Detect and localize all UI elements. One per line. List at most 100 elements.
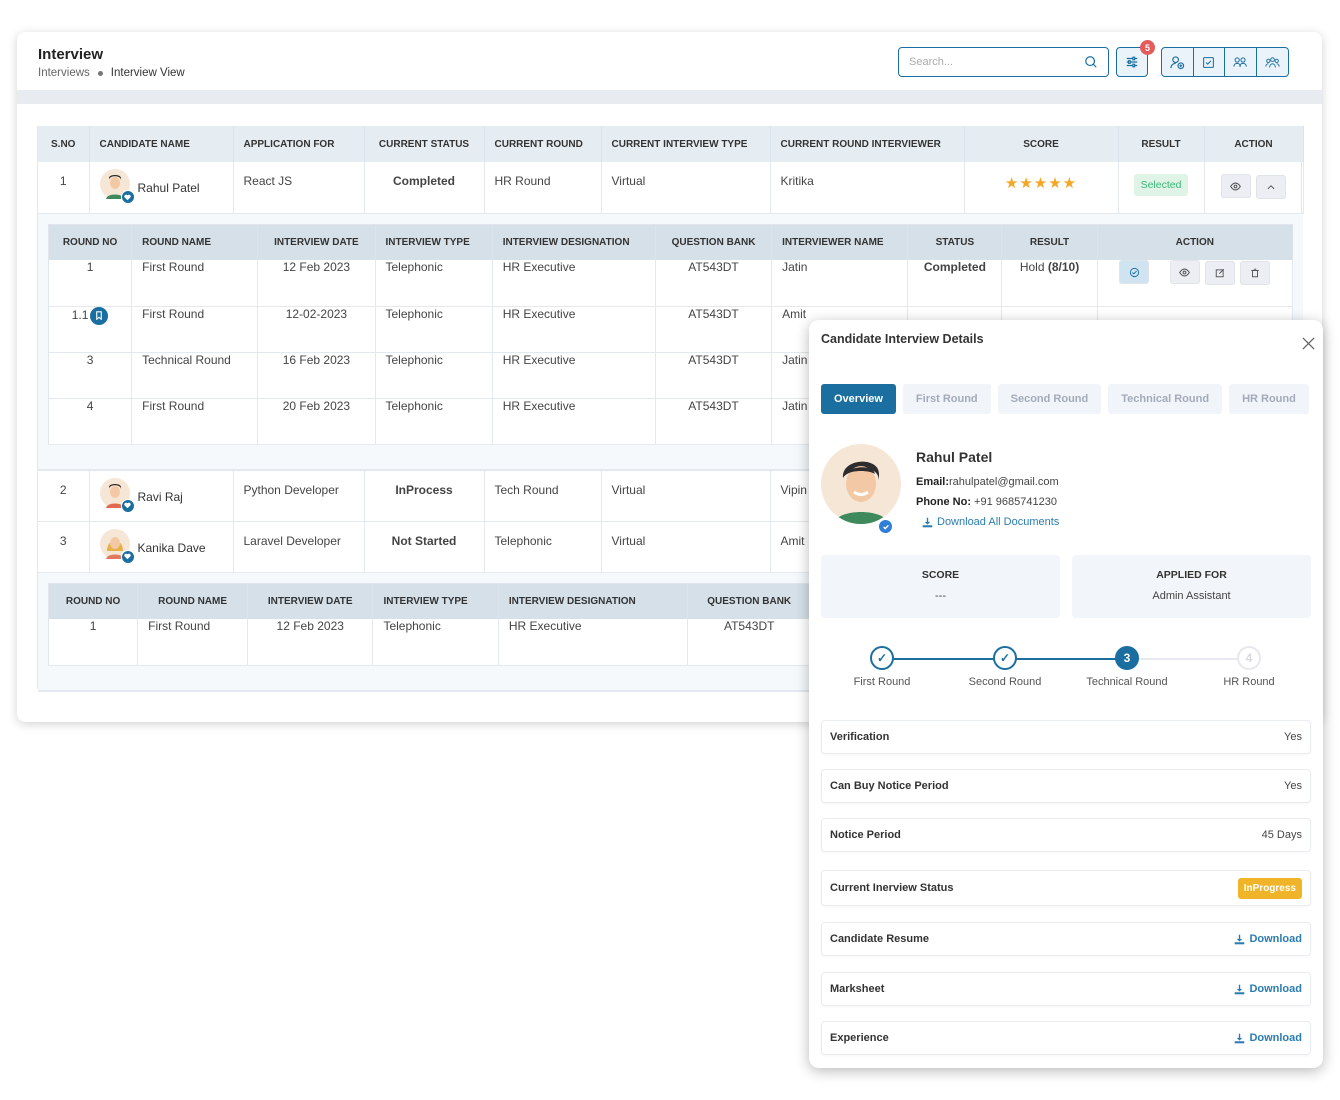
col-header-candidate: CANDIDATE NAME: [89, 126, 234, 162]
candidate-name[interactable]: Rahul Patel: [138, 181, 200, 195]
sub-col-status: STATUS: [907, 224, 1003, 260]
sub-col-designation: INTERVIEW DESIGNATION: [492, 224, 656, 260]
filter-button[interactable]: 5: [1116, 40, 1155, 77]
download-marksheet-link[interactable]: Download: [1234, 983, 1302, 995]
sub-col-date: INTERVIEW DATE: [247, 583, 374, 619]
download-all-label: Download All Documents: [937, 516, 1060, 528]
candidate-name[interactable]: Ravi Raj: [138, 490, 183, 504]
question-bank-link[interactable]: AT543DT: [687, 619, 812, 666]
sub-col-qbank: QUESTION BANK: [687, 583, 812, 619]
round-designation: HR Executive: [492, 398, 656, 445]
breadcrumb-interviews[interactable]: Interviews: [38, 67, 90, 79]
step-first-round[interactable]: ✓ First Round: [821, 646, 943, 688]
col-header-interviewer: CURRENT ROUND INTERVIEWER: [770, 126, 965, 162]
round-name: First Round: [131, 398, 259, 445]
approve-button[interactable]: [1119, 260, 1150, 284]
search-input[interactable]: [909, 56, 1084, 68]
detail-value: Yes: [1284, 780, 1302, 792]
step-second-round[interactable]: ✓ Second Round: [944, 646, 1066, 688]
profile-email: Email:rahulpatel@gmail.com: [916, 476, 1059, 488]
edit-button[interactable]: [1205, 260, 1236, 285]
verified-badge-icon: [877, 518, 894, 535]
add-user-icon: [1170, 55, 1184, 69]
tab-overview[interactable]: Overview: [821, 384, 896, 414]
round-type: Telephonic: [375, 398, 493, 445]
cell-interviewer: Kritika: [770, 162, 965, 214]
candidate-name[interactable]: Kanika Dave: [138, 541, 206, 555]
detail-marksheet: Marksheet Download: [821, 972, 1311, 1006]
sub-col-round-name: ROUND NAME: [137, 583, 249, 619]
col-header-sno: S.NO: [38, 126, 90, 162]
round-type: Telephonic: [375, 306, 493, 353]
step-hr-round[interactable]: 4 HR Round: [1188, 646, 1310, 688]
collapse-button[interactable]: [1256, 174, 1287, 199]
download-icon: [1235, 984, 1245, 994]
page-header: Interview Interviews Interview View 5: [17, 32, 1322, 90]
cell-result: Selected: [1118, 162, 1205, 214]
cell-type: Virtual: [601, 470, 771, 522]
check-circle-icon: [1129, 267, 1139, 277]
group-button[interactable]: [1257, 48, 1289, 76]
cell-candidate: Rahul Patel: [89, 162, 234, 214]
view-button[interactable]: [1169, 260, 1200, 284]
round-name: First Round: [131, 306, 259, 353]
tab-second-round[interactable]: Second Round: [997, 384, 1102, 414]
favorite-heart-icon: [120, 498, 135, 513]
detail-label: Can Buy Notice Period: [830, 780, 949, 792]
detail-notice-period: Notice Period 45 Days: [821, 818, 1311, 852]
detail-label: Current Inerview Status: [830, 882, 954, 894]
sub-col-qbank: QUESTION BANK: [655, 224, 773, 260]
round-no: 1.1: [71, 307, 89, 322]
col-header-type: CURRENT INTERVIEW TYPE: [601, 126, 771, 162]
download-all-link[interactable]: Download All Documents: [922, 516, 1059, 528]
star-rating: ★★★★★: [1004, 175, 1078, 192]
view-button[interactable]: [1220, 174, 1251, 198]
tab-hr-round[interactable]: HR Round: [1229, 384, 1309, 414]
cell-sno: 1: [38, 162, 90, 214]
delete-button[interactable]: [1240, 260, 1271, 285]
header-divider-strip: [17, 90, 1322, 104]
detail-current-status: Current Inerview Status InProgress: [821, 870, 1311, 906]
tab-first-round[interactable]: First Round: [902, 384, 991, 414]
round-row: 1 First Round 12 Feb 2023 Telephonic HR …: [48, 260, 1294, 307]
round-name: First Round: [131, 260, 259, 307]
step-technical-round[interactable]: 3 Technical Round: [1066, 646, 1188, 688]
cell-type: Virtual: [601, 521, 771, 573]
search-icon[interactable]: [1084, 55, 1098, 69]
round-no: 3: [48, 352, 133, 399]
cell-candidate: Ravi Raj: [89, 470, 234, 522]
cell-application: Python Developer: [233, 470, 365, 522]
tab-technical-round[interactable]: Technical Round: [1108, 384, 1223, 414]
question-bank-link[interactable]: AT543DT: [655, 352, 773, 399]
add-candidate-button[interactable]: [1162, 48, 1194, 76]
search-box: [898, 47, 1109, 77]
col-header-result: RESULT: [1118, 126, 1205, 162]
profile-phone: Phone No: +91 9685741230: [916, 496, 1057, 508]
download-experience-link[interactable]: Download: [1234, 1032, 1302, 1044]
email-label: Email:: [916, 476, 950, 488]
round-progress-stepper: ✓ First Round ✓ Second Round 3 Technical Ro…: [821, 646, 1311, 696]
round-date: 20 Feb 2023: [257, 398, 376, 445]
round-result: Hold (8/10): [1001, 260, 1098, 307]
breadcrumb: Interviews Interview View: [38, 67, 1301, 79]
detail-label: Notice Period: [830, 829, 901, 841]
close-button[interactable]: [1299, 334, 1317, 352]
table-row[interactable]: 1 Rahul Patel React JS Completed HR Roun…: [38, 162, 1304, 214]
download-resume-link[interactable]: Download: [1234, 933, 1302, 945]
chevron-up-icon: [1267, 184, 1275, 189]
download-label: Download: [1249, 1032, 1302, 1044]
question-bank-link[interactable]: AT543DT: [655, 260, 773, 307]
round-designation: HR Executive: [492, 306, 656, 353]
score-box: SCORE ---: [821, 555, 1060, 618]
users-button[interactable]: [1225, 48, 1257, 76]
candidate-details-panel: Candidate Interview Details Overview Fir…: [809, 320, 1323, 1068]
download-icon: [922, 517, 933, 527]
checklist-button[interactable]: [1194, 48, 1225, 76]
col-header-score: SCORE: [964, 126, 1119, 162]
question-bank-link[interactable]: AT543DT: [655, 398, 773, 445]
question-bank-link[interactable]: AT543DT: [655, 306, 773, 353]
cell-application: Laravel Developer: [233, 521, 365, 573]
detail-value: 45 Days: [1261, 829, 1302, 841]
sub-col-round-no: ROUND NO: [48, 224, 133, 260]
breadcrumb-separator: [97, 70, 103, 76]
